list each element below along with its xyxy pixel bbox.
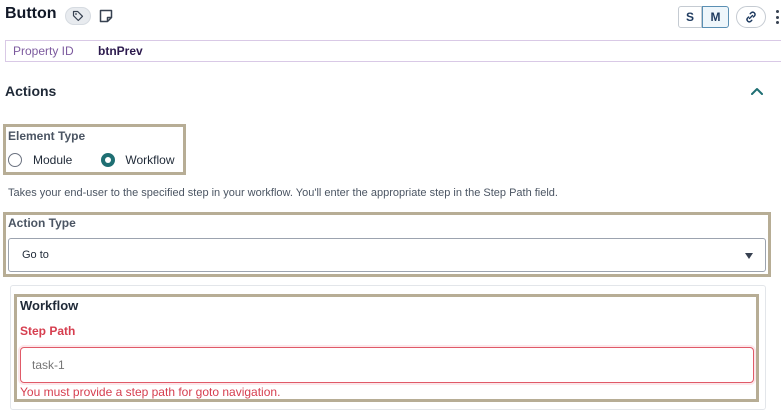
action-type-selected-value: Go to — [22, 249, 49, 261]
step-path-label: Step Path — [20, 324, 76, 338]
kebab-menu-icon[interactable] — [774, 8, 780, 26]
module-radio[interactable] — [8, 153, 22, 167]
actions-section-title: Actions — [5, 83, 57, 99]
step-path-input[interactable] — [20, 347, 754, 383]
property-id-label: Property ID — [13, 44, 74, 58]
property-id-row: Property ID btnPrev — [5, 40, 781, 62]
chevron-up-icon[interactable] — [749, 84, 765, 98]
panel-header: Button S M — [0, 0, 781, 36]
note-icon[interactable] — [98, 8, 114, 24]
element-type-label: Element Type — [8, 129, 86, 143]
size-small-button[interactable]: S — [678, 6, 702, 28]
element-type-radio-group: Module Workflow — [8, 153, 174, 167]
element-type-help-text: Takes your end-user to the specified ste… — [8, 187, 558, 199]
workflow-title: Workflow — [20, 298, 79, 313]
workflow-radio-label[interactable]: Workflow — [125, 153, 174, 167]
action-type-label: Action Type — [8, 216, 76, 230]
component-title: Button — [5, 5, 57, 22]
step-path-error: You must provide a step path for goto na… — [20, 385, 281, 399]
action-type-select[interactable]: Go to — [8, 238, 766, 272]
tag-icon — [72, 10, 84, 22]
tag-button[interactable] — [65, 7, 91, 25]
size-medium-button[interactable]: M — [702, 6, 729, 28]
link-icon — [746, 11, 756, 23]
caret-down-icon — [745, 253, 753, 259]
property-id-value: btnPrev — [98, 44, 143, 58]
workflow-radio[interactable] — [101, 153, 116, 167]
link-button[interactable] — [736, 6, 766, 28]
module-radio-label[interactable]: Module — [33, 153, 72, 167]
